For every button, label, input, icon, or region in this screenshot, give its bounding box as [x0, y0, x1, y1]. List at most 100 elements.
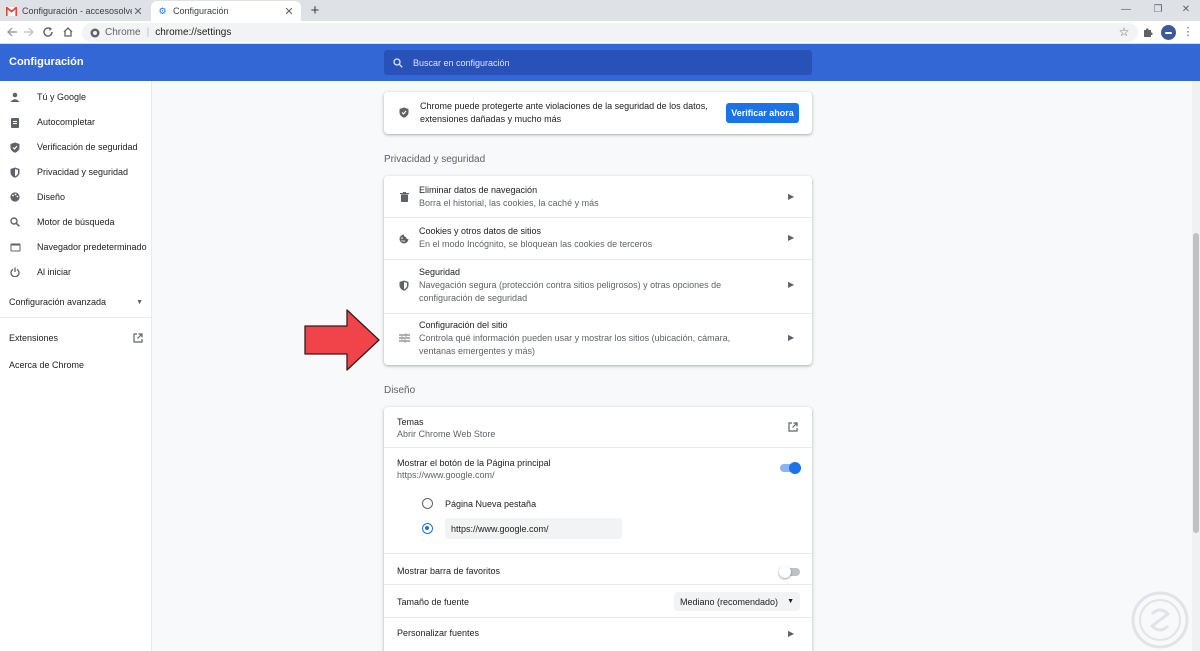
sidebar-item-search-engine[interactable]: Motor de búsqueda [0, 210, 152, 234]
bookmark-star-button[interactable]: ☆ [1116, 24, 1132, 40]
privacy-card: Eliminar datos de navegación Borra el hi… [384, 176, 812, 365]
sidebar-item-label: Extensiones [9, 333, 59, 343]
row-divider [384, 584, 812, 585]
sidebar-item-label: Privacidad y seguridad [37, 167, 129, 177]
tab-gmail-settings[interactable]: Configuración - accesosolvetic1@ ✕ [0, 1, 150, 21]
tab-strip: Configuración - accesosolvetic1@ ✕ ⚙ Con… [0, 0, 1200, 21]
radio-new-tab-label: Página Nueva pestaña [445, 499, 537, 509]
settings-gear-icon: ⚙ [158, 5, 167, 16]
home-button-title: Mostrar el botón de la Página principal [397, 458, 551, 468]
tab-close-icon[interactable]: ✕ [132, 5, 144, 18]
tab-close-icon[interactable]: ✕ [283, 5, 295, 18]
sidebar-item-label: Diseño [37, 192, 66, 202]
extensions-button[interactable] [1140, 24, 1156, 40]
themes-title: Temas [397, 417, 424, 427]
home-button[interactable] [60, 24, 76, 40]
watermark-logo [1131, 591, 1189, 649]
sidebar-item-privacy[interactable]: Privacidad y seguridad [0, 160, 152, 184]
custom-url-input[interactable]: https://www.google.com/ [445, 518, 622, 539]
caret-down-icon: ▼ [136, 298, 143, 306]
menu-button[interactable]: ⋮ [1180, 24, 1196, 40]
tab-title: Configuración - accesosolvetic1@ [22, 6, 132, 16]
home-icon [63, 27, 73, 37]
new-tab-button[interactable]: + [307, 2, 323, 20]
address-bar[interactable]: Chrome | chrome://settings [82, 23, 1138, 42]
row-title: Cookies y otros datos de sitios [419, 226, 542, 236]
reload-button[interactable] [40, 24, 56, 40]
open-external-icon [133, 333, 143, 343]
sidebar-item-safety-check[interactable]: Verificación de seguridad [0, 135, 152, 159]
sidebar-item-appearance[interactable]: Diseño [0, 185, 152, 209]
search-icon [393, 57, 403, 68]
caret-down-icon: ▼ [787, 598, 794, 605]
cookies-row[interactable]: Cookies y otros datos de sitios En el mo… [384, 218, 812, 259]
tab-settings[interactable]: ⚙ Configuración ✕ [151, 1, 301, 21]
shield-half-icon [398, 279, 410, 291]
row-divider [384, 617, 812, 618]
security-row[interactable]: Seguridad Navegación segura (protección … [384, 260, 812, 313]
home-button-toggle[interactable] [780, 462, 801, 474]
clear-browsing-data-row[interactable]: Eliminar datos de navegación Borra el hi… [384, 176, 812, 217]
chevron-right-icon: ▶ [788, 233, 795, 242]
sidebar-item-label: Tú y Google [37, 92, 87, 102]
radio-custom-url[interactable] [422, 523, 433, 534]
site-settings-row[interactable]: Configuración del sitio Controla qué inf… [384, 314, 812, 365]
font-size-select[interactable]: Mediano (recomendado) ▼ [674, 592, 800, 611]
bookmarks-bar-toggle[interactable] [779, 566, 800, 578]
sidebar-item-on-startup[interactable]: Al iniciar [0, 260, 152, 284]
sidebar-advanced-toggle[interactable]: Configuración avanzada ▼ [9, 297, 143, 307]
cookie-icon [398, 233, 410, 245]
row-divider [384, 553, 812, 554]
row-subtitle: Borra el historial, las cookies, la cach… [419, 198, 599, 208]
tab-title: Configuración [173, 6, 229, 16]
settings-search-input[interactable]: Buscar en configuración [384, 50, 812, 75]
minimize-button[interactable]: — [1112, 2, 1140, 18]
settings-header: Configuración Buscar en configuración [0, 44, 1200, 81]
search-icon [9, 216, 21, 228]
star-icon: ☆ [1118, 25, 1130, 39]
scrollbar-thumb[interactable] [1193, 233, 1199, 533]
page-title: Configuración [9, 56, 84, 68]
sidebar-item-about[interactable]: Acerca de Chrome [9, 360, 84, 370]
sidebar-item-default-browser[interactable]: Navegador predeterminado [0, 235, 152, 259]
clipboard-icon [9, 116, 21, 128]
back-arrow-icon [7, 27, 17, 37]
sidebar-item-label: Verificación de seguridad [37, 142, 138, 152]
sidebar-item-extensions[interactable]: Extensiones [9, 333, 143, 343]
palette-icon [9, 191, 21, 203]
reload-icon [43, 27, 53, 37]
sidebar-item-you-and-google[interactable]: Tú y Google [0, 85, 152, 109]
chevron-right-icon: ▶ [788, 192, 795, 201]
row-divider [384, 447, 812, 448]
puzzle-icon [1144, 28, 1153, 37]
annotation-arrow-icon [304, 309, 380, 371]
row-subtitle: Navegación segura (protección contra sit… [419, 280, 722, 303]
close-window-button[interactable]: ✕ [1172, 2, 1200, 18]
radio-new-tab[interactable] [422, 498, 433, 509]
sidebar-item-label: Al iniciar [37, 267, 72, 277]
chevron-right-icon: ▶ [788, 280, 795, 289]
row-title: Eliminar datos de navegación [419, 185, 538, 195]
row-subtitle: Controla qué información pueden usar y m… [419, 333, 731, 356]
sidebar-advanced-label: Configuración avanzada [9, 297, 107, 307]
font-size-title: Tamaño de fuente [397, 597, 470, 607]
search-placeholder: Buscar en configuración [413, 57, 510, 68]
bookmarks-bar-title: Mostrar barra de favoritos [397, 566, 501, 576]
browser-icon [9, 241, 21, 253]
home-button-subtitle: https://www.google.com/ [397, 470, 495, 480]
custom-fonts-title: Personalizar fuentes [397, 628, 480, 638]
sidebar-item-label: Navegador predeterminado [37, 242, 147, 252]
restore-button[interactable]: ❐ [1144, 2, 1172, 18]
profile-avatar[interactable] [1161, 25, 1176, 40]
person-icon [9, 91, 21, 103]
shield-check-icon [9, 141, 21, 153]
verify-now-button[interactable]: Verificar ahora [726, 103, 799, 123]
safety-check-text: Chrome puede protegerte ante violaciones… [420, 101, 708, 124]
row-subtitle: En el modo Incógnito, se bloquean las co… [419, 239, 653, 249]
privacy-section-title: Privacidad y seguridad [384, 154, 486, 165]
sidebar-item-label: Motor de búsqueda [37, 217, 115, 227]
forward-button[interactable] [21, 24, 37, 40]
sidebar-item-autofill[interactable]: Autocompletar [0, 110, 152, 134]
open-external-icon [788, 422, 798, 432]
back-button[interactable] [4, 24, 20, 40]
